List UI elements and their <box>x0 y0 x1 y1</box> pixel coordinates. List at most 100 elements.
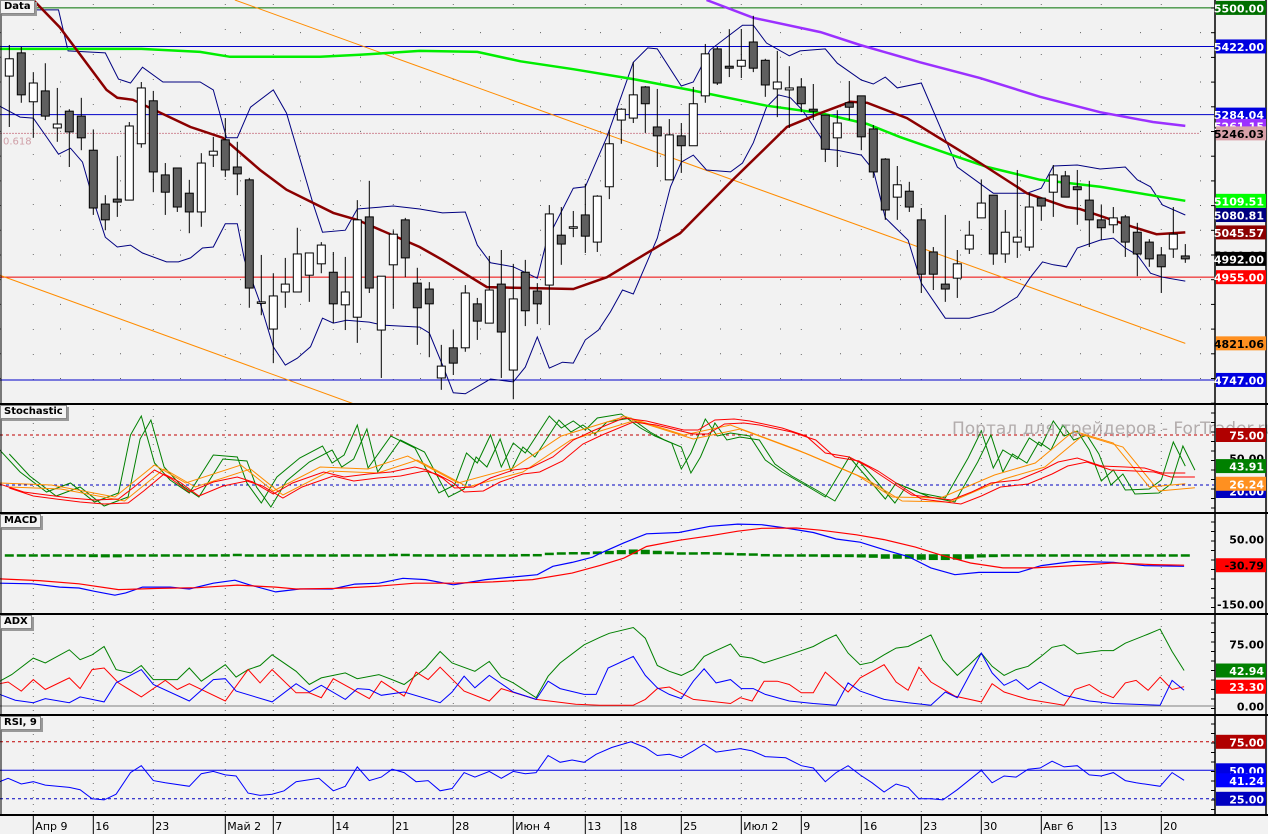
candle <box>172 167 182 212</box>
candle-body-bear <box>808 108 818 112</box>
candle-body-bear <box>16 52 26 96</box>
macd-histogram-bar <box>424 554 434 557</box>
macd-histogram-bar <box>772 554 782 557</box>
candle-body-bull <box>952 263 962 279</box>
macd-histogram-bar <box>388 553 398 557</box>
candle-body-bull <box>688 103 698 147</box>
candle-body-bear <box>868 128 878 173</box>
candle-body-bull <box>376 275 386 331</box>
macd-histogram-bar <box>748 553 758 556</box>
candle-body-bear <box>148 100 158 173</box>
macd-histogram-bar <box>112 554 122 558</box>
candle-body-bear <box>328 271 338 305</box>
macd-histogram-bar <box>484 554 494 557</box>
price-axis-label-text: 41.24 <box>1229 775 1264 788</box>
candle-body-bear <box>556 234 566 245</box>
macd-histogram-bar <box>316 554 326 557</box>
candle <box>136 82 146 148</box>
candle <box>460 285 470 352</box>
candle-body-bear <box>244 179 254 289</box>
candle-body-bull <box>1168 233 1178 250</box>
candle-body-bear <box>1036 197 1046 207</box>
candle-body-bull <box>268 295 278 330</box>
candle-body-bull <box>604 143 614 188</box>
candle-body-bear <box>496 283 506 333</box>
macd-histogram-bar <box>376 554 386 557</box>
macd-histogram-bar <box>1060 554 1070 557</box>
panel-title-adx: ADX <box>0 615 32 629</box>
candle-body-bear <box>796 86 806 105</box>
price-axis-label: 42.94 <box>1216 663 1266 678</box>
trading-chart[interactable]: 0.618Портал для трейдеров - ForTrader.ru… <box>0 0 1268 834</box>
macd-histogram-bar <box>88 554 98 558</box>
candle-body-bear <box>76 115 86 139</box>
date-label: Май 2 <box>227 820 261 833</box>
date-label: 21 <box>395 820 409 833</box>
macd-histogram-bar <box>76 554 86 557</box>
macd-histogram-bar <box>16 554 26 557</box>
macd-histogram-bar <box>232 553 242 557</box>
candle-body-bull <box>568 226 578 229</box>
candle-body-bear <box>580 214 590 237</box>
macd-histogram-bar <box>700 552 710 555</box>
macd-histogram-bar <box>364 554 374 557</box>
macd-histogram-bar <box>556 552 566 555</box>
price-axis-label: 75.00 <box>1216 734 1266 749</box>
candle <box>124 122 134 201</box>
price-axis-label-text: 5422.00 <box>1214 41 1264 54</box>
macd-histogram-bar <box>856 554 866 558</box>
price-axis-label: 25.00 <box>1216 791 1266 806</box>
candle-body-bear <box>520 271 530 312</box>
price-axis-label: 43.91 <box>1216 459 1266 474</box>
macd-histogram-bar <box>736 553 746 556</box>
price-axis-label-text: 5080.81 <box>1214 210 1264 223</box>
macd-histogram-bar <box>808 554 818 557</box>
macd-histogram-bar <box>256 554 266 557</box>
macd-histogram-bar <box>1144 554 1154 557</box>
macd-histogram-bar <box>916 554 926 560</box>
price-axis-label-text: 42.94 <box>1229 665 1264 678</box>
price-axis-label: 41.24 <box>1216 773 1266 788</box>
price-axis-label: 23.30 <box>1216 679 1266 694</box>
candle-body-bull <box>616 108 626 121</box>
candle-body-bull <box>388 233 398 266</box>
macd-histogram-bar <box>832 554 842 558</box>
price-axis-label-text: 23.30 <box>1229 681 1264 694</box>
candle-body-bear <box>880 158 890 211</box>
candle-body-bull <box>976 202 986 219</box>
chart-background <box>0 0 1268 834</box>
date-label: 9 <box>803 820 810 833</box>
panel-title-macd: MACD <box>0 514 42 528</box>
price-axis-label-text: 26.24 <box>1229 478 1264 491</box>
macd-histogram-bar <box>436 554 446 557</box>
macd-histogram-bar <box>40 554 50 557</box>
candle-body-bear <box>88 149 98 209</box>
price-axis-label: 4821.06 <box>1214 336 1266 351</box>
date-label: Авг 6 <box>1043 820 1073 833</box>
candle-body-bear <box>160 174 170 193</box>
candle-body-bear <box>844 102 854 108</box>
candle-body-bull <box>292 253 302 293</box>
candle-body-bull <box>832 122 842 139</box>
macd-histogram-bar <box>220 554 230 557</box>
candle-body-bull <box>772 81 782 90</box>
candle-body-bear <box>928 251 938 275</box>
macd-histogram-bar <box>292 554 302 557</box>
macd-histogram-bar <box>136 554 146 557</box>
macd-histogram-bar <box>1048 554 1058 557</box>
candle-body-bear <box>64 110 74 133</box>
candle-body-bear <box>916 219 926 275</box>
macd-histogram-bar <box>568 552 578 555</box>
date-label: 7 <box>275 820 282 833</box>
candle-body-bear <box>1132 231 1142 255</box>
macd-histogram-bar <box>304 554 314 557</box>
candle-body-bear <box>760 59 770 86</box>
candle-body-bear <box>1060 175 1070 198</box>
macd-histogram-bar <box>448 554 458 557</box>
macd-histogram-bar <box>1132 554 1142 557</box>
candle-body-bull <box>1024 206 1034 248</box>
candle-body-bull <box>892 184 902 198</box>
price-axis-label-text: -150.00 <box>1217 598 1264 611</box>
macd-histogram-bar <box>712 552 722 555</box>
candle-body-bear <box>364 216 374 289</box>
